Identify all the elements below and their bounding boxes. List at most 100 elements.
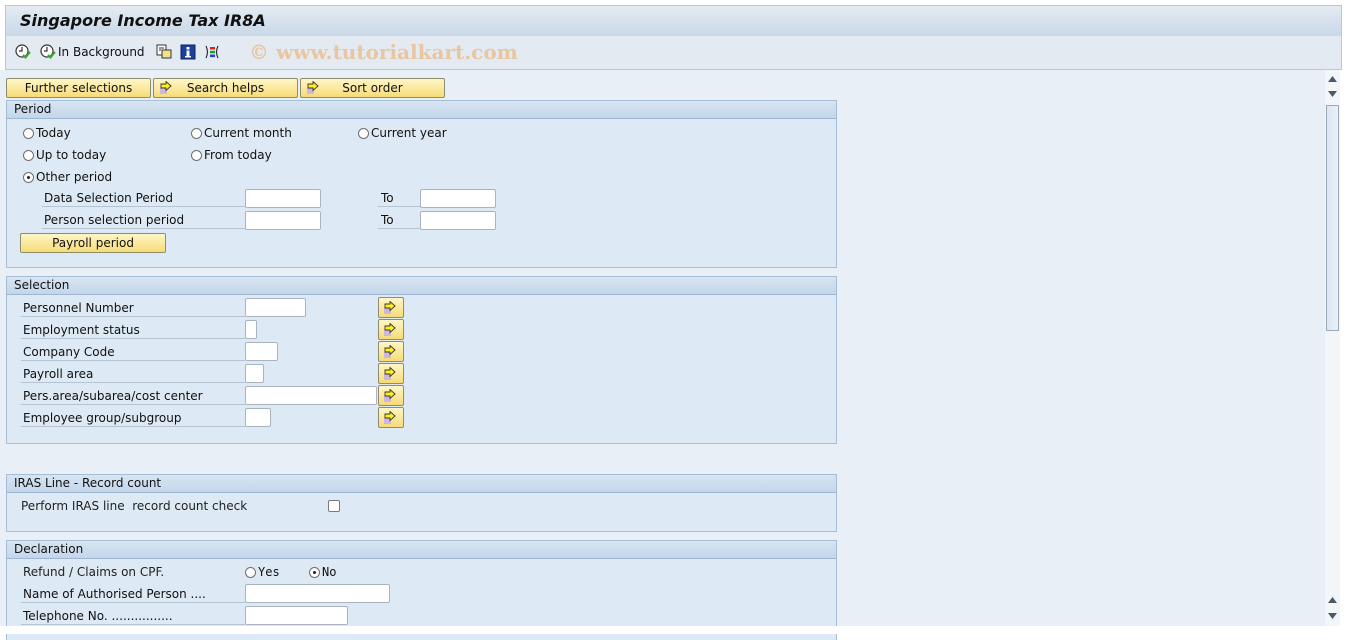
selection-group: Selection Personnel Number Employment st… xyxy=(6,276,837,444)
scroll-down-button[interactable] xyxy=(1326,87,1339,101)
radio-label: Current month xyxy=(204,126,292,140)
radio-circle xyxy=(191,149,202,161)
search-helps-button[interactable]: Search helps xyxy=(153,78,298,98)
company-code-input[interactable] xyxy=(245,342,278,361)
refund-claims-label: Refund / Claims on CPF. xyxy=(23,565,165,579)
pers-area-input[interactable] xyxy=(245,386,377,405)
scroll-up-button[interactable] xyxy=(1326,72,1339,86)
info-icon xyxy=(180,44,196,60)
radio-label: From today xyxy=(204,148,272,162)
selection-screen: Further selections Search helps Sort ord… xyxy=(0,70,1325,640)
vertical-scrollbar[interactable] xyxy=(1325,70,1340,626)
authorised-person-input[interactable] xyxy=(245,584,390,603)
employee-group-input[interactable] xyxy=(245,408,271,427)
pers-area-label: Pers.area/subarea/cost center xyxy=(21,387,245,405)
further-selections-label: Further selections xyxy=(24,81,133,95)
arrow-right-icon xyxy=(384,411,396,424)
triangle-up-icon xyxy=(1328,597,1337,603)
in-background-label: In Background xyxy=(58,45,145,59)
page-title: Singapore Income Tax IR8A xyxy=(20,11,266,30)
application-toolbar: In Background © www.tutorialkart.com xyxy=(5,36,1342,70)
radio-current-year[interactable]: Current year xyxy=(358,126,447,140)
telephone-input[interactable] xyxy=(245,606,348,625)
radio-other-period[interactable]: Other period xyxy=(23,170,112,184)
further-selections-button[interactable]: Further selections xyxy=(6,78,151,98)
payroll-area-input[interactable] xyxy=(245,364,264,383)
authorised-person-label: Name of Authorised Person .... xyxy=(21,585,245,603)
personnel-number-label: Personnel Number xyxy=(21,299,245,317)
sort-order-button[interactable]: Sort order xyxy=(300,78,445,98)
declaration-group-title: Declaration xyxy=(7,541,836,559)
selection-options-button[interactable] xyxy=(204,43,220,61)
arrow-right-icon xyxy=(384,389,396,402)
selection-options-icon xyxy=(205,45,219,59)
radio-label: Other period xyxy=(36,170,113,184)
get-variant-button[interactable] xyxy=(156,43,172,61)
arrow-right-icon xyxy=(384,367,396,380)
iras-record-count-checkbox[interactable] xyxy=(328,500,340,512)
radio-circle xyxy=(245,566,256,578)
arrow-right-icon xyxy=(160,81,172,94)
declaration-group: Declaration Refund / Claims on CPF. Yes … xyxy=(6,540,837,640)
pers-area-multiple-selection-button[interactable] xyxy=(378,385,404,406)
scroll-page-up-button[interactable] xyxy=(1326,593,1339,607)
employment-status-input[interactable] xyxy=(245,320,257,339)
employment-status-label: Employment status xyxy=(21,321,245,339)
scroll-page-down-button[interactable] xyxy=(1326,609,1339,623)
radio-label: Yes xyxy=(258,565,280,579)
period-group-title: Period xyxy=(7,101,836,119)
execute-clock-icon xyxy=(40,44,56,59)
company-code-label: Company Code xyxy=(21,343,245,361)
person-selection-period-to-input[interactable] xyxy=(420,211,496,230)
employee-group-label: Employee group/subgroup xyxy=(21,409,245,427)
radio-label: No xyxy=(322,565,337,579)
personnel-number-input[interactable] xyxy=(245,298,306,317)
radio-label: Today xyxy=(36,126,71,140)
radio-refund-no[interactable]: No xyxy=(309,565,336,579)
selection-group-title: Selection xyxy=(7,277,836,295)
person-selection-period-from-input[interactable] xyxy=(245,211,321,230)
iras-record-count-group: IRAS Line - Record count Perform IRAS li… xyxy=(6,474,837,532)
execute-button[interactable] xyxy=(15,43,31,61)
radio-from-today[interactable]: From today xyxy=(191,148,272,162)
company-code-multiple-selection-button[interactable] xyxy=(378,341,404,362)
triangle-down-icon xyxy=(1328,613,1337,619)
employee-group-multiple-selection-button[interactable] xyxy=(378,407,404,428)
arrow-right-icon xyxy=(384,345,396,358)
title-bar: Singapore Income Tax IR8A xyxy=(5,5,1342,36)
iras-check-label: Perform IRAS line record count check xyxy=(21,499,248,513)
radio-refund-yes[interactable]: Yes xyxy=(245,565,280,579)
radio-circle xyxy=(358,127,369,139)
arrow-right-icon xyxy=(384,301,396,314)
payroll-area-multiple-selection-button[interactable] xyxy=(378,363,404,384)
search-helps-label: Search helps xyxy=(186,81,265,95)
status-bar xyxy=(0,626,1350,634)
telephone-label: Telephone No. ................ xyxy=(21,607,245,625)
employment-status-multiple-selection-button[interactable] xyxy=(378,319,404,340)
radio-up-to-today[interactable]: Up to today xyxy=(23,148,106,162)
information-button[interactable] xyxy=(180,43,196,61)
radio-today[interactable]: Today xyxy=(23,126,71,140)
period-group: Period Today Current month Current year … xyxy=(6,100,837,268)
to-label: To xyxy=(378,189,420,207)
sort-order-label: Sort order xyxy=(342,81,403,95)
data-selection-period-label: Data Selection Period xyxy=(42,189,245,207)
radio-circle-selected xyxy=(23,171,34,183)
data-selection-period-from-input[interactable] xyxy=(245,189,321,208)
radio-circle xyxy=(23,127,34,139)
execute-background-button[interactable]: In Background xyxy=(40,43,145,61)
data-selection-period-to-input[interactable] xyxy=(420,189,496,208)
personnel-number-multiple-selection-button[interactable] xyxy=(378,297,404,318)
arrow-right-icon xyxy=(384,323,396,336)
triangle-up-icon xyxy=(1328,76,1337,82)
radio-circle-selected xyxy=(309,566,320,578)
watermark: © www.tutorialkart.com xyxy=(249,40,518,64)
scroll-thumb[interactable] xyxy=(1326,105,1339,331)
payroll-period-button[interactable]: Payroll period xyxy=(20,233,166,253)
triangle-down-icon xyxy=(1328,91,1337,97)
arrow-right-icon xyxy=(307,81,319,94)
payroll-area-label: Payroll area xyxy=(21,365,245,383)
radio-circle xyxy=(23,149,34,161)
iras-group-title: IRAS Line - Record count xyxy=(7,475,836,493)
radio-current-month[interactable]: Current month xyxy=(191,126,292,140)
